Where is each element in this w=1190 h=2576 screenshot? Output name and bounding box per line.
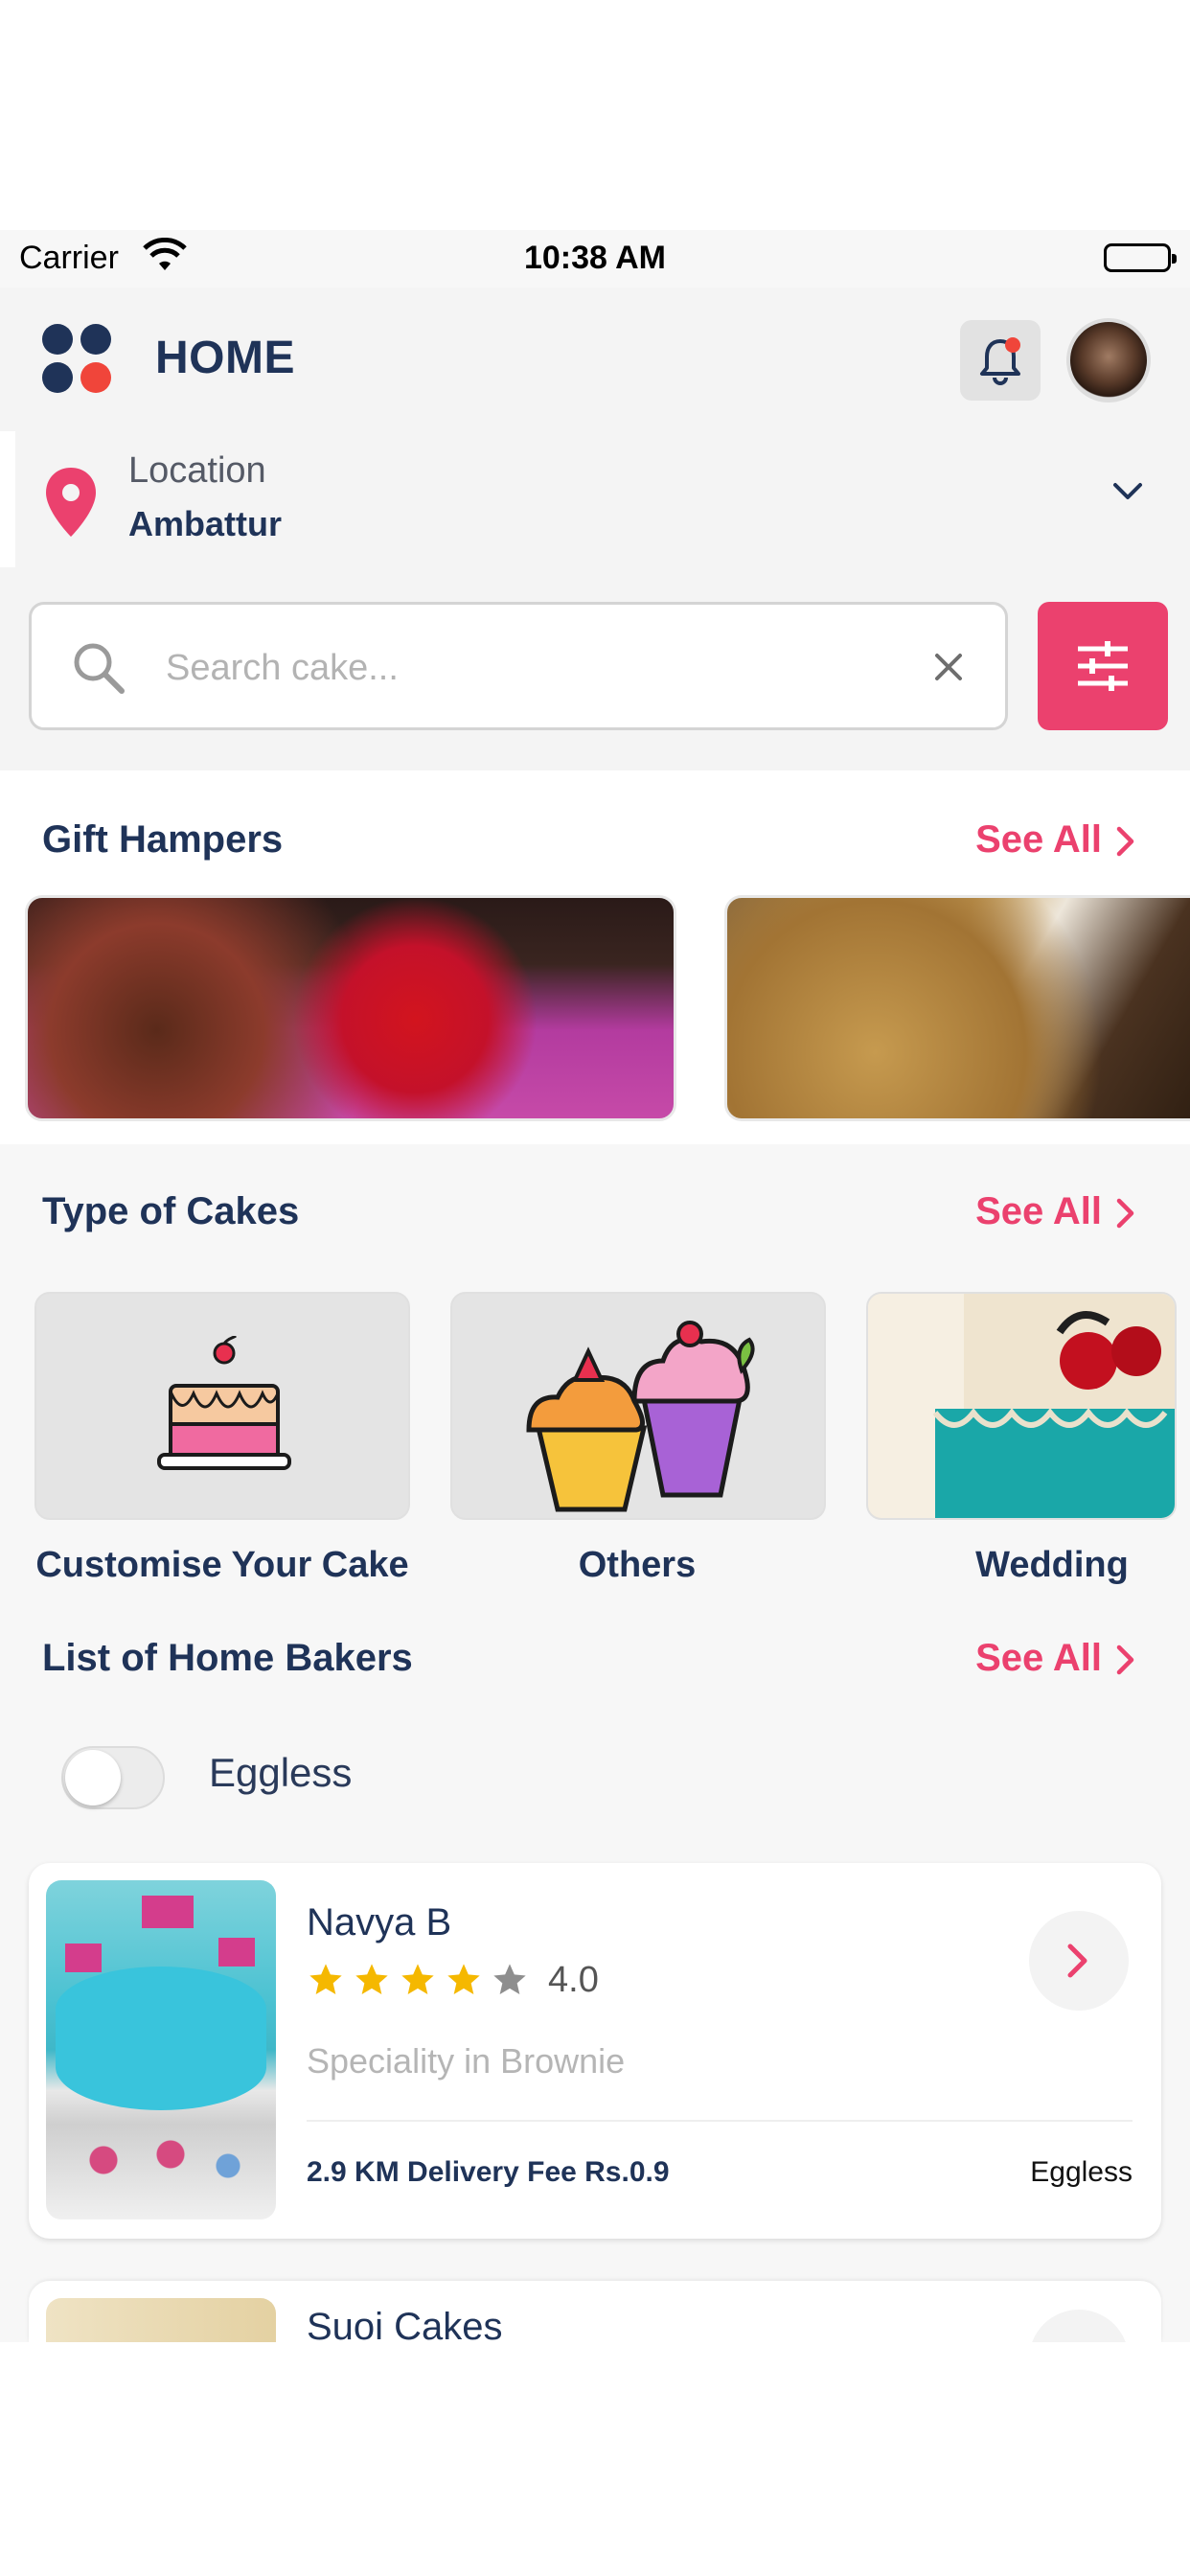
status-bar: Carrier 10:38 AM [0, 230, 1190, 288]
eggless-toggle[interactable] [61, 1746, 165, 1809]
chevron-down-icon [1113, 483, 1142, 499]
search-area [0, 567, 1190, 770]
gift-hampers-see-all-link[interactable]: See All [975, 818, 1136, 862]
baker-photo [46, 2298, 276, 2342]
chevron-right-icon [1116, 1199, 1134, 1229]
search-icon [74, 643, 125, 694]
gift-hamper-card[interactable] [724, 895, 1190, 1121]
see-all-label: See All [975, 1637, 1102, 1679]
eggless-toggle-label: Eggless [209, 1750, 353, 1795]
cake-type-label: Others [578, 1545, 697, 1585]
location-pin-icon [46, 468, 96, 537]
cake-icon [157, 1336, 291, 1470]
gift-hamper-card[interactable] [25, 895, 676, 1121]
home-bakers-title: List of Home Bakers [42, 1637, 413, 1679]
sliders-icon [1078, 641, 1128, 691]
baker-open-button[interactable] [1029, 2310, 1129, 2342]
app-header: HOME [0, 288, 1190, 431]
search-box[interactable] [29, 602, 1008, 730]
baker-card[interactable]: Suoi Cakes [29, 2281, 1161, 2342]
star-empty-icon [493, 1964, 526, 1994]
rating-stars: 4.0 [307, 1959, 599, 2001]
gift-hampers-section: Gift Hampers See All [0, 770, 1190, 1144]
star-icon [447, 1964, 480, 1994]
cupcakes-icon [526, 1321, 755, 1512]
star-icon [401, 1964, 434, 1994]
see-all-label: See All [975, 1190, 1102, 1232]
baker-open-button[interactable] [1029, 1911, 1129, 2011]
location-selector[interactable]: Location Ambattur [15, 431, 1190, 567]
cake-type-card-customise[interactable] [34, 1292, 410, 1520]
filter-button[interactable] [1038, 602, 1168, 730]
battery-icon [1104, 243, 1177, 272]
content-area: Type of Cakes See All Customise Your Cak… [0, 1144, 1190, 2342]
location-label: Location [128, 450, 266, 491]
bell-icon [980, 337, 1020, 385]
delivery-info: 2.9 KM Delivery Fee Rs.0.9 [307, 2156, 670, 2188]
cake-type-card-others[interactable] [450, 1292, 826, 1520]
top-blank-area [0, 0, 1190, 230]
clock: 10:38 AM [523, 240, 667, 276]
wedding-cake-photo [868, 1294, 1175, 1518]
baker-name: Navya B [307, 1901, 452, 1944]
gift-hampers-header: Gift Hampers See All [0, 807, 1190, 874]
star-icon [309, 1964, 342, 1994]
chevron-right-icon [1116, 827, 1134, 857]
location-value: Ambattur [128, 504, 282, 543]
cake-type-label: Wedding [975, 1545, 1129, 1585]
baker-photo [46, 1880, 276, 2220]
rating-value: 4.0 [548, 1959, 599, 2000]
chevron-right-icon [1116, 1645, 1134, 1675]
cake-type-card-wedding[interactable] [866, 1292, 1177, 1520]
bottom-blank-area [0, 2342, 1190, 2576]
cake-types-header: Type of Cakes See All [0, 1179, 1190, 1246]
baker-name: Suoi Cakes [307, 2306, 503, 2342]
baker-card[interactable]: Navya B 4.0 Speciality in Brownie 2.9 KM… [29, 1863, 1161, 2239]
notification-button[interactable] [960, 320, 1041, 401]
gift-hampers-title: Gift Hampers [42, 818, 284, 861]
avatar[interactable] [1066, 318, 1151, 402]
cake-types-title: Type of Cakes [42, 1190, 300, 1232]
cake-types-see-all-link[interactable]: See All [975, 1190, 1136, 1233]
toggle-knob [65, 1750, 121, 1806]
home-bakers-header: List of Home Bakers See All [0, 1625, 1190, 1692]
home-bakers-see-all-link[interactable]: See All [975, 1637, 1136, 1680]
chevron-right-icon [1067, 1944, 1087, 1978]
star-icon [355, 1964, 388, 1994]
page-title: HOME [155, 333, 295, 383]
eggless-tag: Eggless [1030, 2156, 1133, 2188]
app-logo-icon [42, 324, 113, 395]
cake-type-label: Customise Your Cake [35, 1545, 409, 1585]
search-input[interactable] [166, 641, 894, 695]
divider [307, 2120, 1133, 2122]
see-all-label: See All [975, 818, 1102, 861]
baker-speciality: Speciality in Brownie [307, 2041, 626, 2081]
clear-icon [935, 654, 962, 680]
